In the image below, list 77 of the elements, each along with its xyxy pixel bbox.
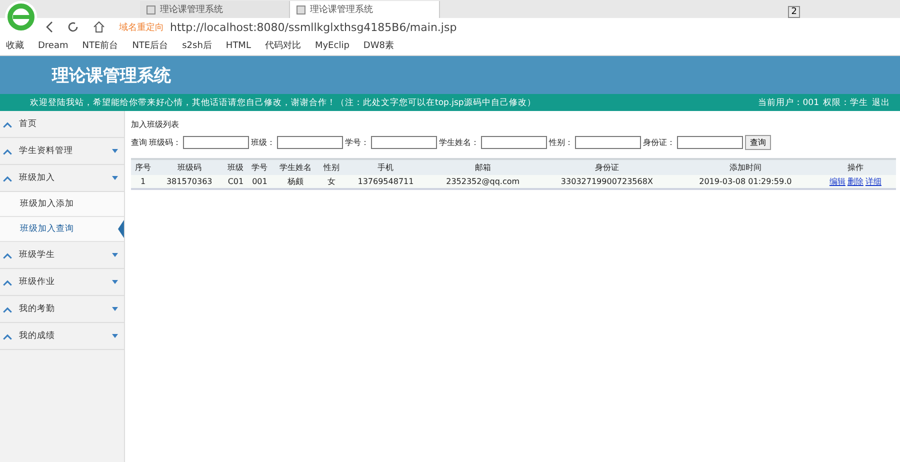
action-link[interactable]: 删除: [847, 177, 864, 186]
sidebar-item[interactable]: 我的考勤: [0, 296, 124, 323]
bookmark[interactable]: HTML: [226, 40, 251, 50]
input-field[interactable]: [575, 136, 641, 149]
column-header: 学生姓名: [272, 159, 320, 175]
field-label: 性别：: [549, 137, 573, 148]
column-header: 添加时间: [676, 159, 815, 175]
sidebar-subitem[interactable]: 班级加入添加: [0, 192, 124, 217]
bookmark[interactable]: MyEclip: [314, 40, 350, 50]
table-cell: 2352352@qq.com: [428, 175, 538, 189]
column-header: 序号: [131, 159, 155, 175]
bookmark[interactable]: s2sh后: [182, 39, 212, 52]
column-header: 学号: [248, 159, 272, 175]
sidebar-item[interactable]: 首页: [0, 111, 124, 138]
field-label: 学号：: [345, 137, 369, 148]
field-label: 班级：: [251, 137, 275, 148]
redirect-label: 域名重定向: [119, 22, 164, 34]
search-label: 查询: [131, 137, 147, 148]
page-icon: [296, 4, 306, 14]
table-cell: C01: [224, 175, 248, 189]
table-cell: 381570363: [155, 175, 224, 189]
browser-tab[interactable]: 理论课管理系统: [290, 1, 440, 18]
page-icon: [146, 4, 156, 14]
table-cell: 001: [248, 175, 272, 189]
tab-count: 2: [788, 6, 800, 18]
sidebar-item[interactable]: 班级作业: [0, 269, 124, 296]
column-header: 班级: [224, 159, 248, 175]
field-label: 学生姓名：: [439, 137, 479, 148]
home-icon[interactable]: [93, 21, 105, 33]
caret-icon: [112, 253, 118, 257]
bookmark[interactable]: Dream: [38, 40, 68, 50]
column-header: 手机: [344, 159, 428, 175]
table-cell: 33032719900723568X: [538, 175, 676, 189]
input-field[interactable]: [677, 136, 743, 149]
field-label: 班级码：: [149, 137, 181, 148]
bookmark[interactable]: NTE前台: [82, 39, 118, 52]
table-cell: 1: [131, 175, 155, 189]
app-title: 理论课管理系统: [52, 64, 171, 86]
table-cell: 2019-03-08 01:29:59.0: [676, 175, 815, 189]
search-button[interactable]: 查询: [745, 135, 771, 150]
reload-icon[interactable]: [67, 21, 79, 33]
role-text: 权限：学生: [823, 96, 868, 108]
browser-tab[interactable]: 理论课管理系统: [140, 1, 290, 18]
action-link[interactable]: 编辑: [829, 177, 846, 186]
caret-icon: [112, 307, 118, 311]
table-cell: 女: [320, 175, 344, 189]
caret-icon: [112, 280, 118, 284]
input-field[interactable]: [183, 136, 249, 149]
sidebar-item[interactable]: 班级学生: [0, 242, 124, 269]
sidebar-item[interactable]: 我的成绩: [0, 323, 124, 350]
active-marker-icon: [118, 220, 124, 238]
sidebar-item[interactable]: 学生资料管理: [0, 138, 124, 165]
bookmark[interactable]: 收藏: [6, 39, 24, 52]
action-link[interactable]: 详细: [865, 177, 882, 186]
list-title: 加入班级列表: [131, 119, 180, 130]
caret-icon: [112, 176, 118, 180]
column-header: 班级码: [155, 159, 224, 175]
input-field[interactable]: [277, 136, 343, 149]
column-header: 性别: [320, 159, 344, 175]
back-icon[interactable]: [45, 21, 53, 33]
input-field[interactable]: [481, 136, 547, 149]
column-header: 身份证: [538, 159, 676, 175]
field-label: 身份证：: [643, 137, 675, 148]
table-cell: 杨颇: [272, 175, 320, 189]
welcome-text: 欢迎登陆我站，希望能给你带来好心情，其他话语请您自己修改，谢谢合作！（注：此处文字您可以在top.jsp源码中自己修改）: [30, 96, 536, 108]
input-field[interactable]: [371, 136, 437, 149]
bookmark[interactable]: 代码对比: [264, 39, 301, 52]
bookmark[interactable]: DW8素: [363, 39, 394, 52]
caret-icon: [112, 334, 118, 338]
bookmark[interactable]: NTE后台: [132, 39, 168, 52]
column-header: 操作: [814, 159, 896, 175]
table-cell: 13769548711: [344, 175, 428, 189]
caret-icon: [112, 149, 118, 153]
column-header: 邮箱: [428, 159, 538, 175]
sidebar-subitem[interactable]: 班级加入查询: [0, 217, 124, 242]
user-text: 当前用户：001: [758, 96, 819, 108]
url-field[interactable]: http://localhost:8080/ssmllkglxthsg4185B6/main.jsp: [170, 20, 457, 34]
